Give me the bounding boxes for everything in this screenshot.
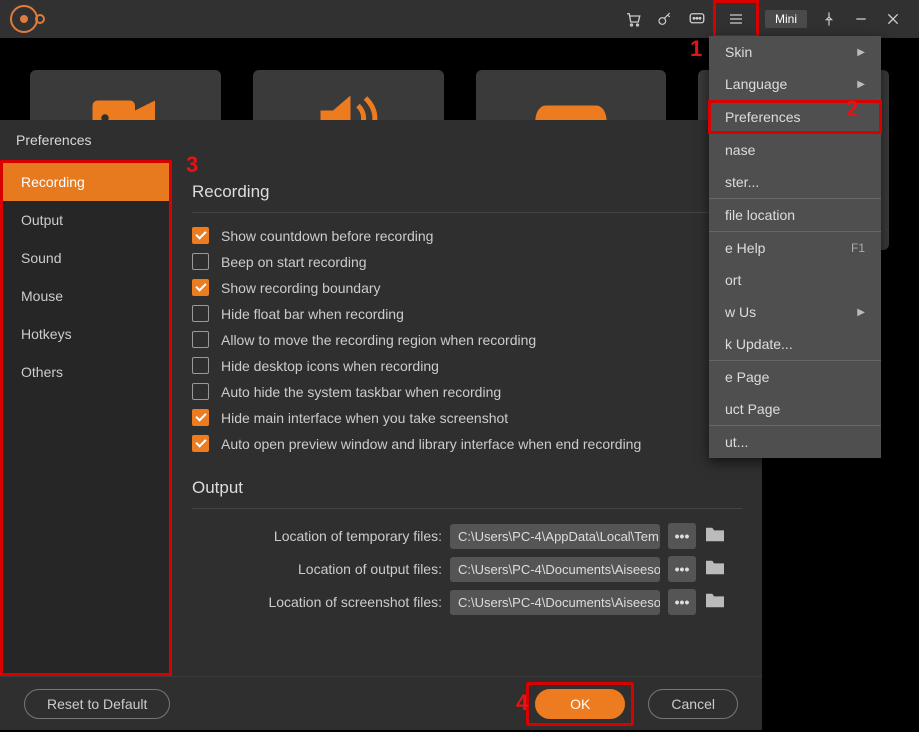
open-folder-button[interactable] — [704, 591, 730, 613]
checkbox-auto-preview[interactable] — [192, 435, 209, 452]
checkbox-move-region[interactable] — [192, 331, 209, 348]
section-heading-recording: Recording — [192, 182, 742, 213]
menu-check-update[interactable]: k Update... — [709, 328, 881, 360]
checkbox-label: Hide desktop icons when recording — [221, 358, 439, 374]
output-field-output[interactable]: C:\Users\PC-4\Documents\Aiseeso — [450, 557, 660, 582]
browse-button[interactable]: ••• — [668, 556, 696, 582]
sidebar-item-others[interactable]: Others — [3, 353, 169, 391]
step-number-1: 1 — [690, 36, 702, 62]
open-folder-button[interactable] — [704, 525, 730, 547]
hamburger-menu-button[interactable] — [722, 5, 750, 33]
checkbox-label: Hide main interface when you take screen… — [221, 410, 508, 426]
ok-highlight: OK — [526, 682, 634, 726]
output-label-screenshot: Location of screenshot files: — [192, 594, 442, 610]
pin-icon[interactable] — [815, 5, 843, 33]
chevron-right-icon: ▶ — [857, 307, 865, 318]
sidebar-item-sound[interactable]: Sound — [3, 239, 169, 277]
step-number-2: 2 — [846, 96, 858, 122]
sidebar-item-recording[interactable]: Recording — [3, 163, 169, 201]
checkbox-boundary[interactable] — [192, 279, 209, 296]
menu-online-help[interactable]: e HelpF1 — [709, 232, 881, 264]
mini-mode-button[interactable]: Mini — [765, 10, 807, 28]
feedback-icon[interactable] — [683, 5, 711, 33]
prefs-sidebar: Recording Output Sound Mouse Hotkeys Oth… — [0, 160, 172, 676]
checkbox-label: Show recording boundary — [221, 280, 381, 296]
checkbox-label: Beep on start recording — [221, 254, 367, 270]
section-heading-output: Output — [192, 478, 742, 509]
menu-about[interactable]: ut... — [709, 426, 881, 458]
minimize-button[interactable] — [847, 5, 875, 33]
cart-icon[interactable] — [619, 5, 647, 33]
menu-purchase[interactable]: nase — [709, 134, 881, 166]
checkbox-label: Auto hide the system taskbar when record… — [221, 384, 501, 400]
output-field-temp[interactable]: C:\Users\PC-4\AppData\Local\Tem — [450, 524, 660, 549]
checkbox-label: Show countdown before recording — [221, 228, 433, 244]
open-folder-button[interactable] — [704, 558, 730, 580]
dialog-title: Preferences — [16, 132, 91, 148]
menu-open-file-location[interactable]: file location — [709, 199, 881, 231]
shortcut-label: F1 — [851, 241, 865, 255]
app-logo-dot-icon — [35, 14, 45, 24]
prefs-content: Recording Show countdown before recordin… — [172, 160, 762, 676]
checkbox-hide-taskbar[interactable] — [192, 383, 209, 400]
output-field-screenshot[interactable]: C:\Users\PC-4\Documents\Aiseeso — [450, 590, 660, 615]
chevron-right-icon: ▶ — [857, 47, 865, 58]
menu-skin[interactable]: Skin▶ — [709, 36, 881, 68]
output-label-temp: Location of temporary files: — [192, 528, 442, 544]
cancel-button[interactable]: Cancel — [648, 689, 738, 719]
key-icon[interactable] — [651, 5, 679, 33]
output-label-output: Location of output files: — [192, 561, 442, 577]
reset-to-default-button[interactable]: Reset to Default — [24, 689, 170, 719]
checkbox-label: Hide float bar when recording — [221, 306, 404, 322]
sidebar-item-mouse[interactable]: Mouse — [3, 277, 169, 315]
chevron-right-icon: ▶ — [857, 79, 865, 90]
checkbox-hide-float[interactable] — [192, 305, 209, 322]
hamburger-highlight — [713, 0, 759, 38]
browse-button[interactable]: ••• — [668, 589, 696, 615]
sidebar-item-hotkeys[interactable]: Hotkeys — [3, 315, 169, 353]
menu-follow-us[interactable]: w Us▶ — [709, 296, 881, 328]
preferences-dialog: Preferences Recording Output Sound Mouse… — [0, 120, 762, 730]
menu-home-page[interactable]: e Page — [709, 361, 881, 393]
titlebar: Mini — [0, 0, 919, 38]
step-number-4: 4 — [516, 690, 528, 716]
browse-button[interactable]: ••• — [668, 523, 696, 549]
checkbox-hide-icons[interactable] — [192, 357, 209, 374]
checkbox-label: Auto open preview window and library int… — [221, 436, 641, 452]
dialog-header: Preferences — [0, 120, 762, 160]
close-button[interactable] — [879, 5, 907, 33]
menu-product-page[interactable]: uct Page — [709, 393, 881, 425]
step-number-3: 3 — [186, 152, 198, 178]
menu-support[interactable]: ort — [709, 264, 881, 296]
ok-button[interactable]: OK — [535, 689, 625, 719]
checkbox-beep[interactable] — [192, 253, 209, 270]
menu-register[interactable]: ster... — [709, 166, 881, 198]
sidebar-item-output[interactable]: Output — [3, 201, 169, 239]
checkbox-countdown[interactable] — [192, 227, 209, 244]
dialog-footer: Reset to Default OK Cancel — [0, 676, 762, 730]
checkbox-hide-interface[interactable] — [192, 409, 209, 426]
app-logo-icon — [10, 5, 38, 33]
checkbox-label: Allow to move the recording region when … — [221, 332, 536, 348]
